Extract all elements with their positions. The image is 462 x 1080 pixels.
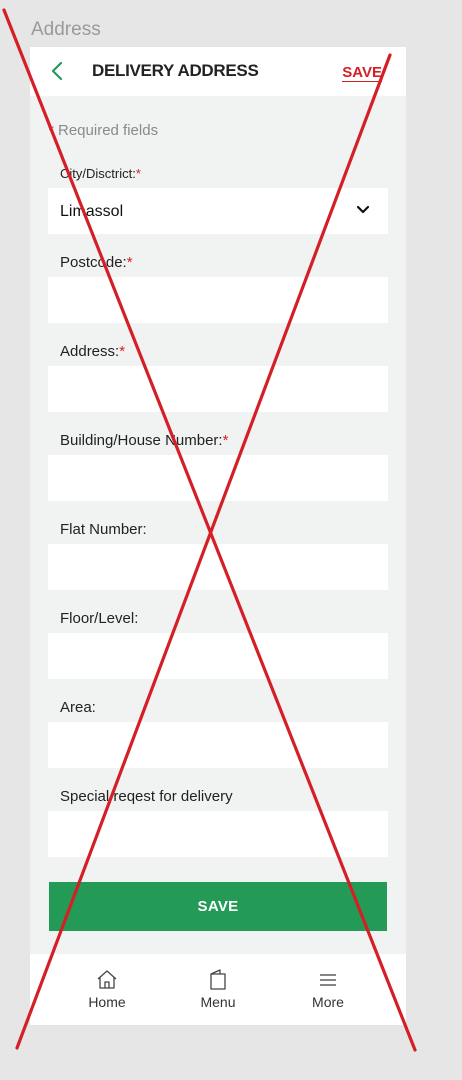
special-request-label: Special reqest for delivery bbox=[60, 788, 233, 805]
app-header: DELIVERY ADDRESS SAVE bbox=[30, 47, 406, 96]
hamburger-icon bbox=[320, 974, 336, 986]
tab-home-label: Home bbox=[88, 994, 126, 1010]
floor-level-input[interactable] bbox=[48, 633, 388, 679]
area-label: Area: bbox=[60, 699, 96, 716]
page-title: DELIVERY ADDRESS bbox=[92, 61, 259, 80]
phone-screen: DELIVERY ADDRESS SAVE * Required fields … bbox=[30, 47, 406, 1025]
tab-menu-label: Menu bbox=[200, 994, 236, 1010]
city-select-value: Limassol bbox=[60, 203, 124, 220]
frame-title: Address bbox=[31, 19, 101, 40]
header-save-button[interactable]: SAVE bbox=[342, 64, 382, 82]
city-select[interactable]: Limassol bbox=[48, 188, 388, 234]
address-label-text: Address: bbox=[60, 343, 120, 360]
flat-number-input[interactable] bbox=[48, 544, 388, 590]
building-label: Building/House Number:* bbox=[60, 432, 228, 449]
city-label-text: City/Disctrict: bbox=[60, 166, 136, 181]
chevron-left-icon bbox=[51, 61, 63, 81]
tab-more[interactable]: More bbox=[283, 954, 373, 1025]
flat-label: Flat Number: bbox=[60, 521, 147, 538]
required-marker: * bbox=[126, 254, 133, 271]
floor-label: Floor/Level: bbox=[60, 610, 139, 627]
postcode-label-text: Postcode: bbox=[60, 254, 127, 271]
tab-home[interactable]: Home bbox=[62, 954, 152, 1025]
city-label: City/Disctrict:* bbox=[60, 166, 141, 181]
required-marker: * bbox=[135, 166, 141, 181]
menu-book-icon bbox=[210, 969, 226, 990]
building-label-text: Building/House Number: bbox=[60, 432, 223, 449]
save-button[interactable]: SAVE bbox=[49, 882, 387, 931]
required-fields-note: * Required fields bbox=[48, 122, 158, 139]
back-button[interactable] bbox=[46, 59, 70, 83]
required-marker: * bbox=[222, 432, 229, 449]
tab-menu[interactable]: Menu bbox=[173, 954, 263, 1025]
building-number-input[interactable] bbox=[48, 455, 388, 501]
required-note-text: Required fields bbox=[53, 122, 159, 139]
address-label: Address:* bbox=[60, 343, 125, 360]
address-input[interactable] bbox=[48, 366, 388, 412]
special-request-input[interactable] bbox=[48, 811, 388, 857]
postcode-label: Postcode:* bbox=[60, 254, 133, 271]
area-input[interactable] bbox=[48, 722, 388, 768]
tab-more-label: More bbox=[312, 994, 344, 1010]
bottom-tab-bar: Home Menu More bbox=[30, 954, 406, 1025]
required-marker: * bbox=[119, 343, 126, 360]
postcode-input[interactable] bbox=[48, 277, 388, 323]
home-icon bbox=[97, 970, 117, 989]
chevron-down-icon bbox=[356, 205, 370, 214]
